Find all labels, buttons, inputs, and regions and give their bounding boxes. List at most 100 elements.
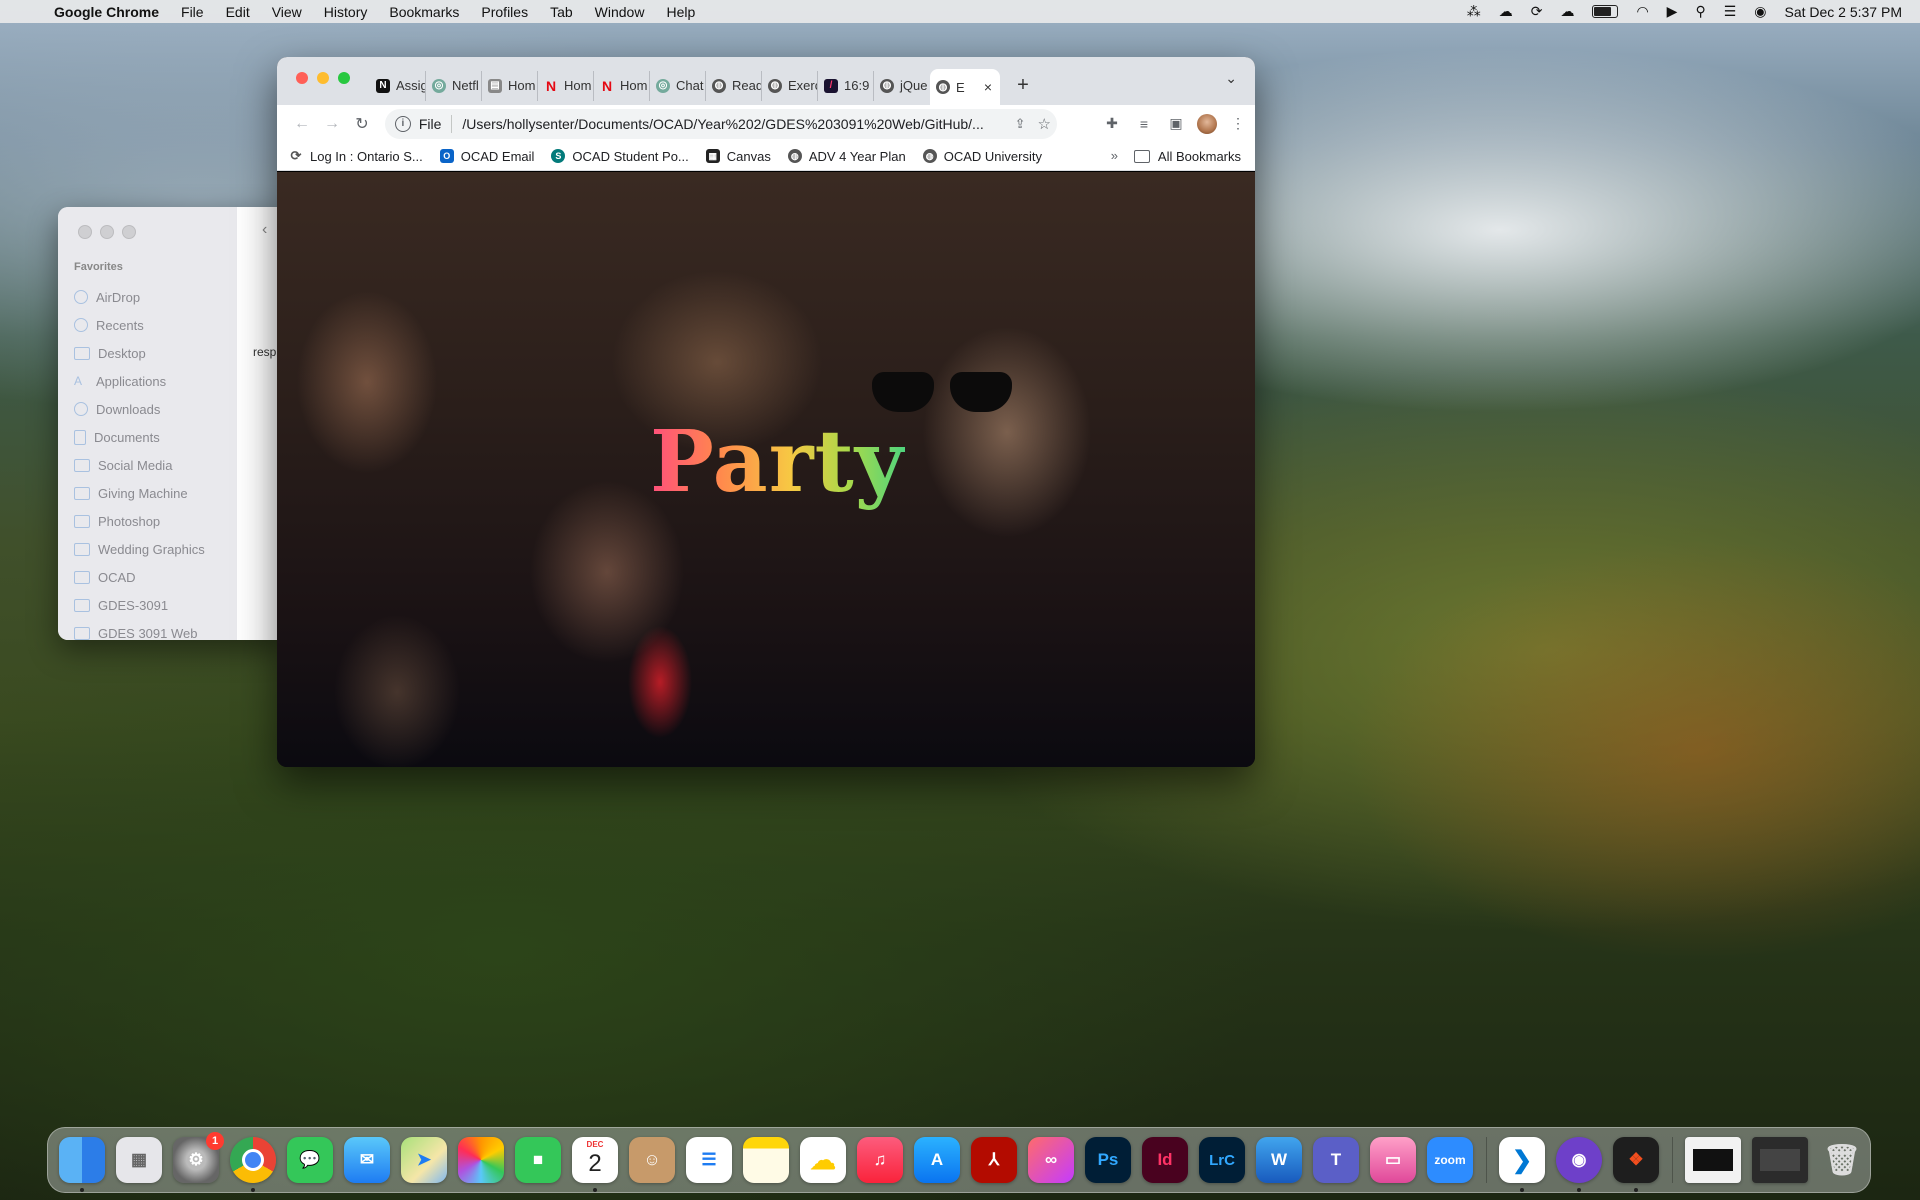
tab-jque[interactable]: ◍ jQue: [874, 71, 930, 101]
tab-hom-2[interactable]: N Hom: [538, 70, 594, 101]
tab-chat[interactable]: ◎ Chat: [650, 70, 706, 101]
forward-arrow-icon[interactable]: →: [317, 115, 347, 133]
notes-dock-icon[interactable]: [743, 1137, 789, 1183]
teams-dock-icon[interactable]: T: [1313, 1137, 1359, 1183]
sidebar-item-wedding-graphics[interactable]: Wedding Graphics: [74, 535, 205, 563]
finder-close-button[interactable]: [78, 225, 92, 239]
all-bookmarks-button[interactable]: All Bookmarks: [1133, 142, 1241, 170]
facetime-dock-icon[interactable]: ■: [515, 1137, 561, 1183]
media-controls-icon[interactable]: ≡: [1133, 116, 1155, 132]
tab-search-chevron-icon[interactable]: ⌄: [1225, 70, 1237, 87]
tab-read[interactable]: ◍ Read: [706, 70, 762, 101]
indesign-dock-icon[interactable]: Id: [1142, 1137, 1188, 1183]
finder-back-icon[interactable]: ‹: [262, 221, 267, 239]
icloud-status-icon[interactable]: ☁: [1560, 3, 1574, 20]
menu-file[interactable]: File: [170, 4, 215, 20]
side-panel-icon[interactable]: ▣: [1165, 115, 1187, 132]
sidebar-item-gdes-3091[interactable]: GDES-3091: [74, 591, 205, 619]
github-desktop-dock-icon[interactable]: ◉: [1556, 1137, 1602, 1192]
menu-history[interactable]: History: [313, 4, 379, 20]
music-dock-icon[interactable]: ♫: [857, 1137, 903, 1183]
system-settings-dock-icon[interactable]: ⚙ 1: [173, 1132, 224, 1183]
spotlight-search-icon[interactable]: ⚲: [1695, 3, 1705, 20]
menu-tab[interactable]: Tab: [539, 4, 584, 20]
zoom-dock-icon[interactable]: zoom: [1427, 1137, 1473, 1183]
menu-window[interactable]: Window: [584, 4, 656, 20]
lightroom-classic-dock-icon[interactable]: LrC: [1199, 1137, 1245, 1183]
tab-hom-3[interactable]: N Hom: [594, 70, 650, 101]
menu-bookmarks[interactable]: Bookmarks: [378, 4, 470, 20]
bookmark-ontario[interactable]: ⟳ Log In : Ontario S...: [289, 148, 423, 164]
figma-dock-icon[interactable]: ❖: [1613, 1137, 1659, 1192]
sidebar-item-gdes-3091-web[interactable]: GDES 3091 Web: [74, 619, 205, 640]
back-arrow-icon[interactable]: ←: [287, 115, 317, 133]
acrobat-dock-icon[interactable]: ⅄: [971, 1137, 1017, 1183]
close-tab-icon[interactable]: ×: [984, 79, 992, 95]
bookmark-canvas[interactable]: ▦ Canvas: [705, 149, 771, 164]
siri-icon[interactable]: ◉: [1754, 3, 1766, 20]
vscode-dock-icon[interactable]: ❯: [1499, 1137, 1545, 1192]
control-center-icon[interactable]: ☰: [1724, 3, 1737, 20]
bookmark-adv-4-year-plan[interactable]: ◍ ADV 4 Year Plan: [787, 149, 906, 164]
bookmark-ocad-email[interactable]: O OCAD Email: [439, 149, 534, 164]
word-dock-icon[interactable]: W: [1256, 1137, 1302, 1183]
tab-16-9[interactable]: /16:9: [818, 70, 874, 101]
address-url[interactable]: /Users/hollysenter/Documents/OCAD/Year%2…: [462, 116, 1014, 132]
bookmark-ocad-student-portal[interactable]: S OCAD Student Po...: [551, 149, 689, 164]
chrome-close-button[interactable]: [296, 72, 308, 84]
bookmark-star-icon[interactable]: ☆: [1038, 115, 1051, 133]
mail-dock-icon[interactable]: ✉: [344, 1137, 390, 1183]
bookmarks-overflow-icon[interactable]: »: [1111, 148, 1118, 163]
chrome-zoom-button[interactable]: [338, 72, 350, 84]
menu-view[interactable]: View: [261, 4, 313, 20]
sidebar-item-giving-machine[interactable]: Giving Machine: [74, 479, 205, 507]
app-store-dock-icon[interactable]: A: [914, 1137, 960, 1183]
trash-dock-icon[interactable]: 🗑: [1819, 1137, 1865, 1183]
tab-assig[interactable]: N Assig: [370, 70, 426, 101]
contacts-dock-icon[interactable]: ☺: [629, 1137, 675, 1183]
more-menu-icon[interactable]: ⋮: [1227, 115, 1249, 132]
extensions-puzzle-icon[interactable]: ✚: [1101, 115, 1123, 132]
sidebar-item-social-media[interactable]: Social Media: [74, 451, 205, 479]
maps-dock-icon[interactable]: ➤: [401, 1137, 447, 1183]
sidebar-item-desktop[interactable]: Desktop: [74, 339, 205, 367]
weather-dock-icon[interactable]: ☁: [800, 1137, 846, 1183]
chrome-minimize-button[interactable]: [317, 72, 329, 84]
creative-cloud-status-icon[interactable]: ☁: [1499, 3, 1513, 20]
finder-minimize-button[interactable]: [100, 225, 114, 239]
messages-dock-icon[interactable]: 💬: [287, 1137, 333, 1183]
reload-icon[interactable]: ↻: [347, 114, 377, 134]
sidebar-item-recents[interactable]: Recents: [74, 311, 205, 339]
menu-profiles[interactable]: Profiles: [470, 4, 539, 20]
minimized-vscode-window-thumbnail[interactable]: [1752, 1137, 1808, 1183]
finder-dock-icon[interactable]: [59, 1137, 105, 1192]
sidebar-item-photoshop[interactable]: Photoshop: [74, 507, 205, 535]
reminders-dock-icon[interactable]: ☰: [686, 1137, 732, 1183]
tab-netfl[interactable]: ◎ Netfl: [426, 70, 482, 101]
sidebar-item-ocad[interactable]: OCAD: [74, 563, 205, 591]
launchpad-dock-icon[interactable]: ▦: [116, 1137, 162, 1183]
finder-zoom-button[interactable]: [122, 225, 136, 239]
now-playing-icon[interactable]: ▶: [1667, 3, 1678, 20]
tab-active[interactable]: ◍ E ×: [930, 69, 1000, 105]
address-bar[interactable]: i File /Users/hollysenter/Documents/OCAD…: [385, 109, 1057, 139]
figma-status-icon[interactable]: ⁂: [1467, 3, 1481, 20]
creative-cloud-dock-icon[interactable]: ∞: [1028, 1137, 1074, 1183]
sidebar-item-documents[interactable]: Documents: [74, 423, 205, 451]
tab-hom-1[interactable]: ▤ Hom: [482, 70, 538, 101]
sidebar-item-applications[interactable]: A Applications: [74, 367, 205, 395]
share-icon[interactable]: ⇪: [1015, 116, 1026, 132]
wifi-icon[interactable]: ◠: [1636, 3, 1648, 20]
sidebar-item-airdrop[interactable]: AirDrop: [74, 283, 205, 311]
menu-help[interactable]: Help: [655, 4, 706, 20]
tab-exerc[interactable]: ◍ Exerc: [762, 70, 818, 101]
new-tab-button[interactable]: +: [1010, 74, 1036, 97]
sync-status-icon[interactable]: ⟳: [1531, 3, 1543, 20]
profile-avatar[interactable]: [1197, 113, 1217, 134]
menu-edit[interactable]: Edit: [215, 4, 261, 20]
calendar-dock-icon[interactable]: DEC 2: [572, 1137, 618, 1192]
site-info-icon[interactable]: i: [395, 116, 411, 132]
keynote-dock-icon[interactable]: ▭: [1370, 1137, 1416, 1183]
sidebar-item-downloads[interactable]: Downloads: [74, 395, 205, 423]
photos-dock-icon[interactable]: [458, 1137, 504, 1183]
